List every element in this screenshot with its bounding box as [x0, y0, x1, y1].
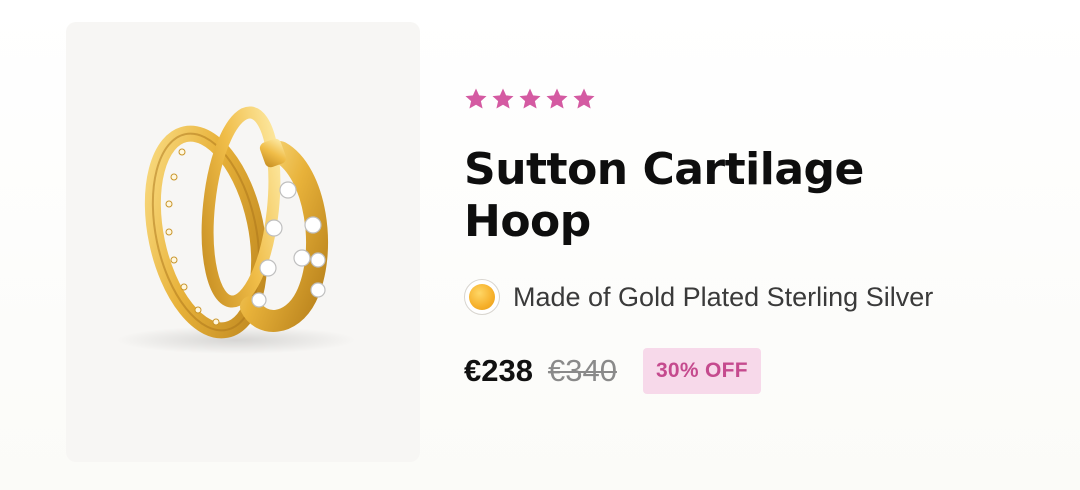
current-price: €238 [464, 353, 533, 388]
discount-badge: 30% OFF [642, 348, 761, 394]
material-info: Made of Gold Plated Sterling Silver [464, 278, 1044, 316]
product-card: Sutton Cartilage Hoop Made of Gold Plate… [0, 0, 1080, 490]
earring-illustration [116, 106, 356, 354]
star-icon [572, 87, 596, 111]
star-icon [491, 87, 515, 111]
star-icon [545, 87, 569, 111]
material-label: Made of Gold Plated Sterling Silver [513, 281, 934, 312]
rating-stars [464, 82, 1044, 116]
gold-swatch-icon [469, 284, 495, 310]
original-price: €340 [547, 353, 617, 388]
product-title[interactable]: Sutton Cartilage Hoop [464, 144, 944, 248]
product-image[interactable] [66, 22, 420, 462]
pricing: €238 €340 30% OFF [464, 348, 1044, 394]
star-icon [464, 87, 488, 111]
material-swatch[interactable] [464, 279, 500, 315]
product-info: Sutton Cartilage Hoop Made of Gold Plate… [464, 82, 1044, 394]
star-icon [518, 87, 542, 111]
